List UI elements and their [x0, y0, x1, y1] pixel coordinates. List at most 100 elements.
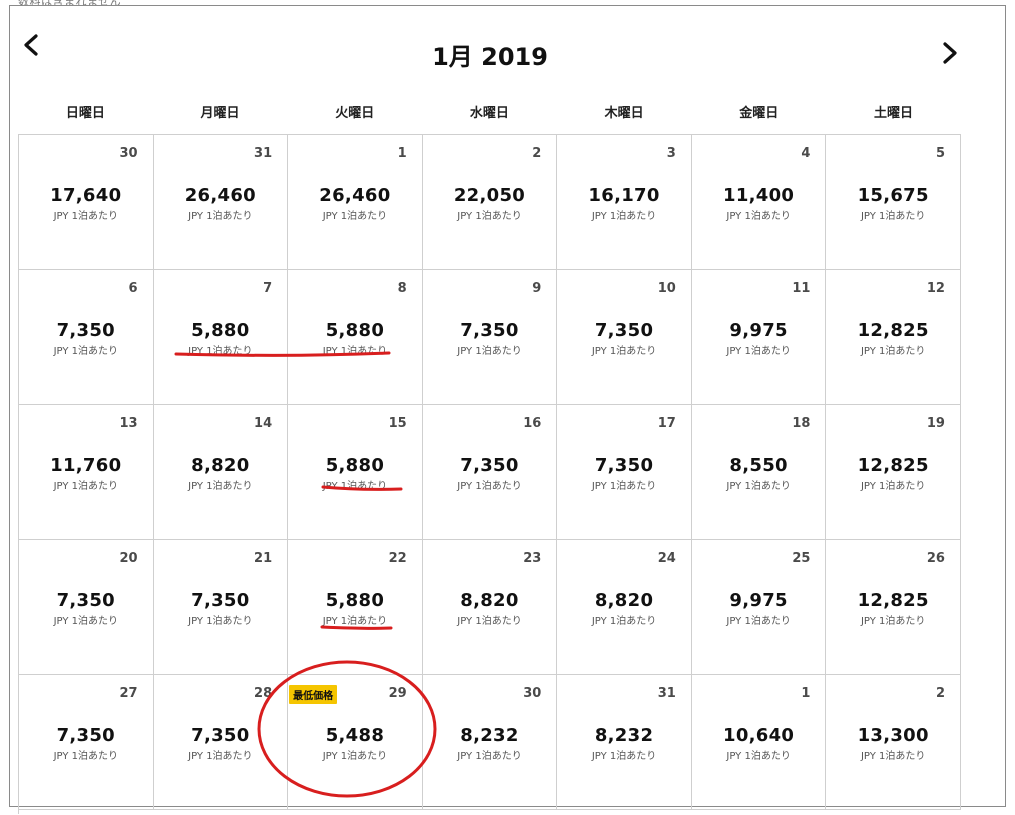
calendar-day-cell[interactable]: 最低価格 29 5,488 JPY 1泊あたり [288, 675, 423, 810]
calendar-day-cell[interactable]: 22 5,880 JPY 1泊あたり [288, 540, 423, 675]
day-number: 6 [128, 281, 138, 296]
price-unit-label: JPY 1泊あたり [188, 616, 253, 627]
day-number: 31 [254, 146, 273, 161]
day-price: 26,460 [184, 185, 256, 206]
day-price: 7,350 [191, 590, 250, 611]
day-price: 7,350 [460, 320, 519, 341]
calendar-day-cell[interactable]: 14 8,820 JPY 1泊あたり [153, 405, 289, 540]
day-price: 9,975 [729, 590, 788, 611]
price-unit-label: JPY 1泊あたり [457, 211, 522, 222]
calendar-day-cell[interactable]: 15 5,880 JPY 1泊あたり [288, 405, 423, 540]
day-price: 7,350 [594, 455, 654, 476]
day-number: 30 [119, 146, 138, 161]
calendar-day-cell[interactable]: 8 5,880 JPY 1泊あたり [288, 270, 423, 405]
day-number: 16 [523, 416, 542, 431]
day-number: 1 [397, 146, 407, 161]
day-price: 8,550 [729, 455, 788, 476]
price-unit-label: JPY 1泊あたり [188, 481, 253, 492]
day-number: 25 [792, 551, 811, 566]
day-number: 2 [532, 146, 542, 161]
day-number: 4 [801, 146, 811, 161]
price-unit-label: JPY 1泊あたり [53, 481, 118, 492]
day-number: 31 [657, 686, 676, 701]
next-month-button[interactable] [937, 38, 965, 70]
lowest-price-badge: 最低価格 [289, 685, 338, 704]
calendar-day-cell[interactable]: 1 10,640 JPY 1泊あたり [691, 675, 827, 810]
day-price: 8,232 [594, 725, 654, 746]
weekday-thursday: 木曜日 [604, 106, 644, 121]
day-price: 17,640 [50, 185, 122, 206]
day-number: 9 [532, 281, 542, 296]
calendar-day-cell[interactable]: 31 26,460 JPY 1泊あたり [153, 135, 289, 270]
price-unit-label: JPY 1泊あたり [457, 481, 522, 492]
calendar-day-cell[interactable]: 31 8,232 JPY 1泊あたり [557, 675, 692, 810]
calendar-day-cell[interactable]: 5 15,675 JPY 1泊あたり [826, 135, 961, 270]
day-price: 5,880 [325, 590, 385, 611]
calendar-day-cell[interactable]: 30 17,640 JPY 1泊あたり [19, 135, 154, 270]
calendar-day-cell[interactable]: 28 7,350 JPY 1泊あたり [153, 675, 289, 810]
day-price: 10,640 [723, 725, 795, 746]
calendar-day-cell[interactable]: 19 12,825 JPY 1泊あたり [826, 405, 961, 540]
day-price: 11,760 [50, 455, 122, 476]
price-unit-label: JPY 1泊あたり [860, 211, 926, 222]
price-unit-label: JPY 1泊あたり [726, 346, 791, 357]
price-unit-label: JPY 1泊あたり [322, 616, 388, 627]
day-number: 21 [254, 551, 273, 566]
weekday-sunday: 日曜日 [65, 106, 105, 121]
day-price: 5,880 [325, 320, 385, 341]
calendar-day-cell[interactable]: 7 5,880 JPY 1泊あたり [153, 270, 289, 405]
calendar-grid: 30 17,640 JPY 1泊あたり 31 26,460 JPY 1泊あたり 1 26,46… [18, 134, 961, 814]
calendar-day-cell[interactable]: 1 26,460 JPY 1泊あたり [288, 135, 423, 270]
day-price: 5,880 [325, 455, 385, 476]
calendar-day-cell[interactable]: 2 13,300 JPY 1泊あたり [826, 675, 961, 810]
price-unit-label: JPY 1泊あたり [53, 211, 118, 222]
price-unit-label: JPY 1泊あたり [188, 346, 253, 357]
day-price: 8,820 [594, 590, 654, 611]
day-number: 2 [935, 686, 945, 701]
day-number: 8 [397, 281, 407, 296]
weekday-friday: 金曜日 [739, 106, 779, 121]
day-price: 16,170 [588, 185, 660, 206]
day-price: 13,300 [857, 725, 929, 746]
day-price: 12,825 [857, 590, 929, 611]
calendar-day-cell[interactable]: 27 7,350 JPY 1泊あたり [19, 675, 154, 810]
calendar-day-cell[interactable]: 2 22,050 JPY 1泊あたり [422, 135, 558, 270]
day-price: 5,880 [191, 320, 250, 341]
calendar-day-cell[interactable]: 24 8,820 JPY 1泊あたり [557, 540, 692, 675]
calendar-day-cell[interactable]: 16 7,350 JPY 1泊あたり [422, 405, 558, 540]
calendar-day-cell[interactable]: 18 8,550 JPY 1泊あたり [691, 405, 827, 540]
price-unit-label: JPY 1泊あたり [457, 346, 522, 357]
day-price: 9,975 [729, 320, 788, 341]
calendar-day-cell[interactable]: 13 11,760 JPY 1泊あたり [19, 405, 154, 540]
calendar-day-cell[interactable]: 25 9,975 JPY 1泊あたり [691, 540, 827, 675]
weekday-tuesday: 火曜日 [335, 106, 375, 121]
price-unit-label: JPY 1泊あたり [53, 346, 118, 357]
calendar-day-cell[interactable]: 23 8,820 JPY 1泊あたり [422, 540, 558, 675]
day-number: 12 [926, 281, 945, 296]
day-number: 28 [254, 686, 273, 701]
price-unit-label: JPY 1泊あたり [188, 751, 253, 762]
calendar-day-cell[interactable]: 21 7,350 JPY 1泊あたり [153, 540, 289, 675]
day-price: 7,350 [594, 320, 654, 341]
calendar-day-cell[interactable]: 17 7,350 JPY 1泊あたり [557, 405, 692, 540]
calendar-day-cell[interactable]: 4 11,400 JPY 1泊あたり [691, 135, 827, 270]
day-price: 15,675 [857, 185, 929, 206]
calendar-day-cell[interactable]: 10 7,350 JPY 1泊あたり [557, 270, 692, 405]
day-price: 11,400 [723, 185, 795, 206]
calendar-day-cell[interactable]: 6 7,350 JPY 1泊あたり [19, 270, 154, 405]
calendar-day-cell[interactable]: 3 16,170 JPY 1泊あたり [557, 135, 692, 270]
calendar-day-cell[interactable]: 30 8,232 JPY 1泊あたり [422, 675, 558, 810]
price-unit-label: JPY 1泊あたり [322, 211, 388, 222]
price-unit-label: JPY 1泊あたり [860, 616, 926, 627]
calendar-day-cell[interactable]: 11 9,975 JPY 1泊あたり [691, 270, 827, 405]
day-price: 8,820 [460, 590, 519, 611]
day-number: 20 [119, 551, 138, 566]
day-number: 30 [523, 686, 542, 701]
calendar-day-cell[interactable]: 20 7,350 JPY 1泊あたり [19, 540, 154, 675]
calendar-day-cell[interactable]: 26 12,825 JPY 1泊あたり [826, 540, 961, 675]
calendar-day-cell[interactable]: 12 12,825 JPY 1泊あたり [826, 270, 961, 405]
day-number: 1 [801, 686, 811, 701]
day-number: 27 [119, 686, 138, 701]
calendar-day-cell[interactable]: 9 7,350 JPY 1泊あたり [422, 270, 558, 405]
day-number: 15 [388, 416, 407, 431]
